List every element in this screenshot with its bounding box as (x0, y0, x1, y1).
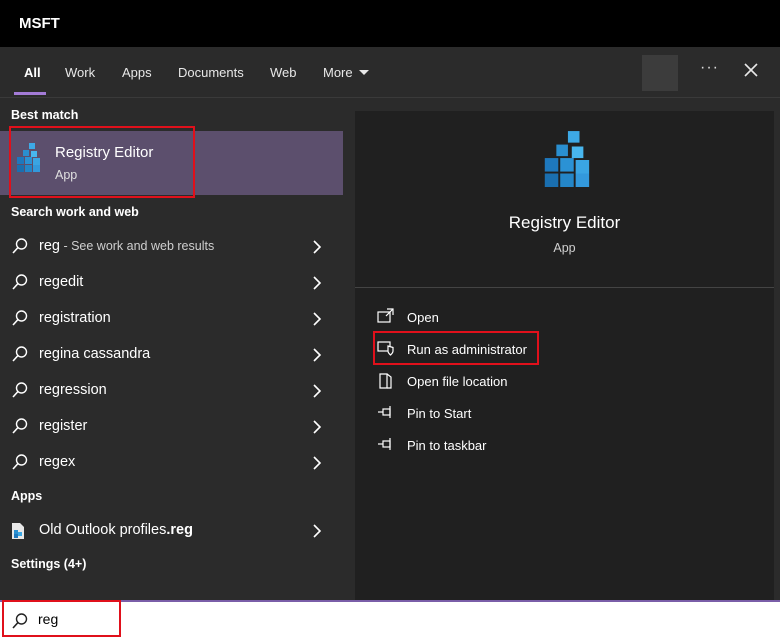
preview-app-title: Registry Editor (508, 213, 621, 232)
chevron-down-icon (358, 70, 369, 75)
active-tab-indicator (14, 92, 46, 95)
tab-more[interactable]: More (323, 65, 369, 80)
action-pin-to-taskbar[interactable]: Pin to taskbar (355, 431, 774, 459)
app-result-item[interactable]: Old Outlook profiles.reg (0, 512, 343, 548)
suggestion-item[interactable]: register (0, 408, 343, 444)
app-preview-card: Registry Editor App Open Run as administ… (355, 111, 774, 600)
search-icon (12, 382, 28, 398)
suggestion-item[interactable]: reg - See work and web results (0, 228, 343, 264)
search-icon (12, 346, 28, 362)
filter-tabs-bar: All Work Apps Documents Web More ··· (0, 47, 780, 98)
chevron-right-icon (313, 276, 322, 290)
suggestion-item[interactable]: registration (0, 300, 343, 336)
suggestion-item[interactable]: regression (0, 372, 343, 408)
registry-editor-icon (17, 143, 40, 172)
search-icon (12, 310, 28, 326)
pin-icon (378, 438, 391, 450)
action-pin-to-start[interactable]: Pin to Start (355, 399, 774, 427)
pin-icon (378, 406, 391, 418)
suggestion-item[interactable]: regex (0, 444, 343, 480)
preview-pane: Registry Editor App Open Run as administ… (343, 98, 780, 600)
chevron-right-icon (313, 524, 322, 538)
tab-apps[interactable]: Apps (122, 65, 152, 80)
action-label: Open (407, 310, 439, 325)
best-match-title: Registry Editor (55, 144, 154, 161)
registry-editor-icon (544, 131, 590, 187)
action-run-as-administrator[interactable]: Run as administrator (355, 335, 774, 363)
divider (355, 287, 774, 288)
tab-web[interactable]: Web (270, 65, 297, 80)
chevron-right-icon (313, 348, 322, 362)
search-bar (0, 600, 780, 638)
app-result-ext: .reg (166, 522, 193, 538)
chevron-right-icon (313, 240, 322, 254)
suggestion-label: regedit (39, 274, 84, 290)
close-icon[interactable] (742, 61, 760, 79)
action-open[interactable]: Open (355, 303, 774, 331)
open-icon (377, 308, 394, 323)
suggestion-label: regina cassandra (39, 346, 151, 362)
window-title: MSFT (19, 15, 60, 32)
chevron-right-icon (313, 456, 322, 470)
folder-icon (379, 373, 392, 389)
tab-all[interactable]: All (24, 65, 41, 80)
chevron-right-icon (313, 384, 322, 398)
suggestion-label: regex (39, 454, 76, 470)
tab-more-label: More (323, 65, 353, 80)
search-work-web-header: Search work and web (11, 205, 139, 219)
best-match-subtitle: App (55, 168, 78, 182)
search-input[interactable] (38, 611, 738, 627)
results-pane: Best match Registry Editor App Search wo… (0, 98, 343, 600)
action-label: Pin to taskbar (407, 438, 487, 453)
avatar[interactable] (642, 55, 678, 91)
reg-file-icon (12, 523, 24, 539)
search-icon (12, 418, 28, 434)
suggestion-item[interactable]: regedit (0, 264, 343, 300)
suggestion-label: reg (39, 238, 60, 254)
suggestion-label: regression (39, 382, 107, 398)
preview-app-subtitle: App (553, 241, 576, 255)
settings-header[interactable]: Settings (4+) (11, 557, 86, 571)
apps-header: Apps (11, 489, 43, 503)
chevron-right-icon (313, 420, 322, 434)
action-open-file-location[interactable]: Open file location (355, 367, 774, 395)
best-match-header: Best match (11, 108, 79, 122)
search-icon (12, 238, 28, 254)
tab-documents[interactable]: Documents (178, 65, 244, 80)
search-icon (12, 454, 28, 470)
action-label: Open file location (407, 374, 508, 389)
action-label: Pin to Start (407, 406, 472, 421)
action-label: Run as administrator (407, 342, 527, 357)
suggestion-label: registration (39, 310, 111, 326)
tab-work[interactable]: Work (65, 65, 95, 80)
chevron-right-icon (313, 312, 322, 326)
suggestion-label: register (39, 418, 88, 434)
best-match-item[interactable]: Registry Editor App (0, 131, 343, 195)
suggestion-item[interactable]: regina cassandra (0, 336, 343, 372)
search-icon (12, 274, 28, 290)
search-icon (12, 613, 28, 629)
title-bar: MSFT (0, 0, 780, 47)
app-result-name: Old Outlook profiles (39, 522, 167, 538)
more-options-icon[interactable]: ··· (700, 59, 719, 77)
shield-icon (377, 341, 394, 356)
suggestion-hint: - See work and web results (59, 239, 215, 253)
